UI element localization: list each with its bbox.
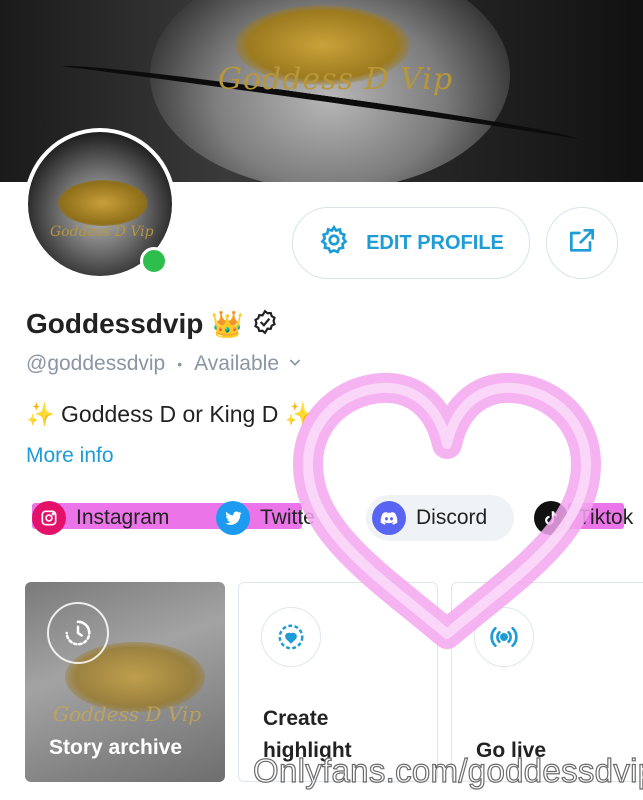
- discord-icon: [372, 501, 406, 535]
- avatar-watermark: Goddess D Vip: [50, 224, 154, 240]
- edit-profile-label: EDIT PROFILE: [366, 231, 504, 254]
- social-link-tiktok[interactable]: Tiktok: [528, 495, 643, 541]
- status-label: Available: [194, 352, 279, 375]
- story-archive-label: Story archive: [49, 736, 183, 759]
- profile-name-row: Goddessdvip 👑: [26, 308, 278, 340]
- social-link-twitter[interactable]: Twitter: [210, 495, 352, 541]
- social-links: Instagram Twitter Discord Tiktok: [0, 495, 643, 543]
- site-watermark: Onlyfans.com/goddessdvip: [252, 751, 643, 789]
- separator-dot: •: [177, 356, 183, 372]
- more-info-link[interactable]: More info: [26, 444, 114, 468]
- twitter-icon: [216, 501, 250, 535]
- gear-icon: [318, 224, 350, 262]
- banner-watermark: Goddess D Vip: [218, 62, 454, 97]
- share-icon: [566, 225, 598, 262]
- story-archive-card[interactable]: Goddess D Vip Story archive: [25, 582, 225, 782]
- edit-profile-button[interactable]: EDIT PROFILE: [292, 207, 530, 279]
- profile-bio: ✨ Goddess D or King D ✨: [26, 401, 314, 427]
- chevron-down-icon: [287, 352, 303, 376]
- create-highlight-label-1: Create: [263, 707, 329, 730]
- handle-row: @goddessdvip • Available: [26, 352, 303, 376]
- profile-name: Goddessdvip: [26, 308, 204, 339]
- social-link-instagram[interactable]: Instagram: [26, 495, 198, 541]
- online-status-dot: [140, 247, 168, 275]
- profile-handle: @goddessdvip: [26, 352, 166, 375]
- avatar-lips-image: [58, 180, 148, 226]
- verified-badge-icon: [252, 309, 278, 340]
- tiktok-icon: [534, 501, 568, 535]
- social-label: Twitter: [260, 506, 316, 529]
- instagram-icon: [32, 501, 66, 535]
- social-label: Instagram: [76, 506, 170, 529]
- clock-icon: [47, 602, 109, 664]
- social-label: Tiktok: [578, 506, 634, 529]
- crown-emoji: 👑: [211, 308, 244, 339]
- status-dropdown[interactable]: Available: [194, 352, 303, 376]
- highlight-heart-icon: [261, 607, 321, 667]
- share-button[interactable]: [546, 207, 618, 279]
- archive-watermark: Goddess D Vip: [53, 702, 202, 726]
- social-label: Discord: [416, 506, 488, 529]
- social-link-discord[interactable]: Discord: [366, 495, 514, 541]
- live-broadcast-icon: [474, 607, 534, 667]
